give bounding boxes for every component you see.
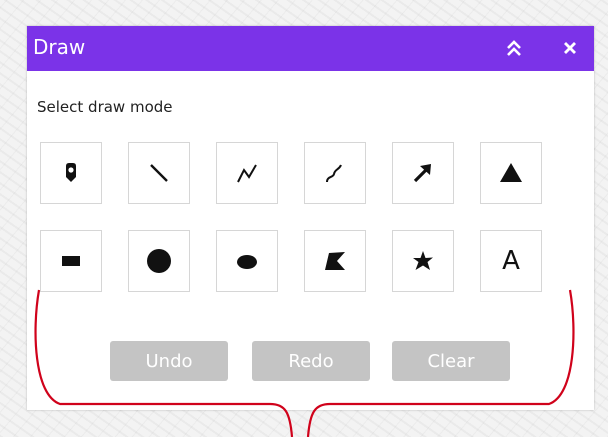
freehand-polygon-icon	[413, 251, 433, 270]
tool-polygon-button[interactable]	[304, 230, 366, 292]
close-button[interactable]	[557, 34, 583, 62]
tool-freehand-polygon-button[interactable]	[392, 230, 454, 292]
collapse-button[interactable]	[501, 34, 527, 62]
tool-circle-button[interactable]	[128, 230, 190, 292]
double-chevron-up-icon	[507, 40, 521, 56]
tool-point-button[interactable]	[40, 142, 102, 204]
polygon-icon	[325, 252, 345, 270]
text-icon: A	[502, 246, 520, 276]
draw-panel: Draw Select draw mode A Undo Redo Clear	[27, 26, 594, 410]
tool-triangle-button[interactable]	[480, 142, 542, 204]
redo-button[interactable]: Redo	[252, 341, 370, 381]
line-icon	[150, 164, 168, 182]
polyline-icon	[237, 164, 257, 183]
tool-polyline-button[interactable]	[216, 142, 278, 204]
draw-mode-label: Select draw mode	[37, 98, 173, 116]
circle-icon	[147, 249, 171, 273]
tool-rectangle-button[interactable]	[40, 230, 102, 292]
tool-freehand-line-button[interactable]	[304, 142, 366, 204]
tool-line-button[interactable]	[128, 142, 190, 204]
tool-text-button[interactable]: A	[480, 230, 542, 292]
tool-ellipse-button[interactable]	[216, 230, 278, 292]
rectangle-icon	[62, 256, 80, 266]
clear-button[interactable]: Clear	[392, 341, 510, 381]
undo-button[interactable]: Undo	[110, 341, 228, 381]
close-icon	[564, 42, 576, 54]
panel-titlebar: Draw	[27, 26, 594, 71]
tool-arrow-button[interactable]	[392, 142, 454, 204]
panel-title: Draw	[33, 35, 86, 59]
freehand-line-icon	[326, 164, 342, 183]
ellipse-icon	[237, 255, 257, 269]
arrow-icon	[413, 164, 431, 183]
map-pin-icon	[66, 163, 76, 182]
triangle-icon	[500, 163, 522, 182]
